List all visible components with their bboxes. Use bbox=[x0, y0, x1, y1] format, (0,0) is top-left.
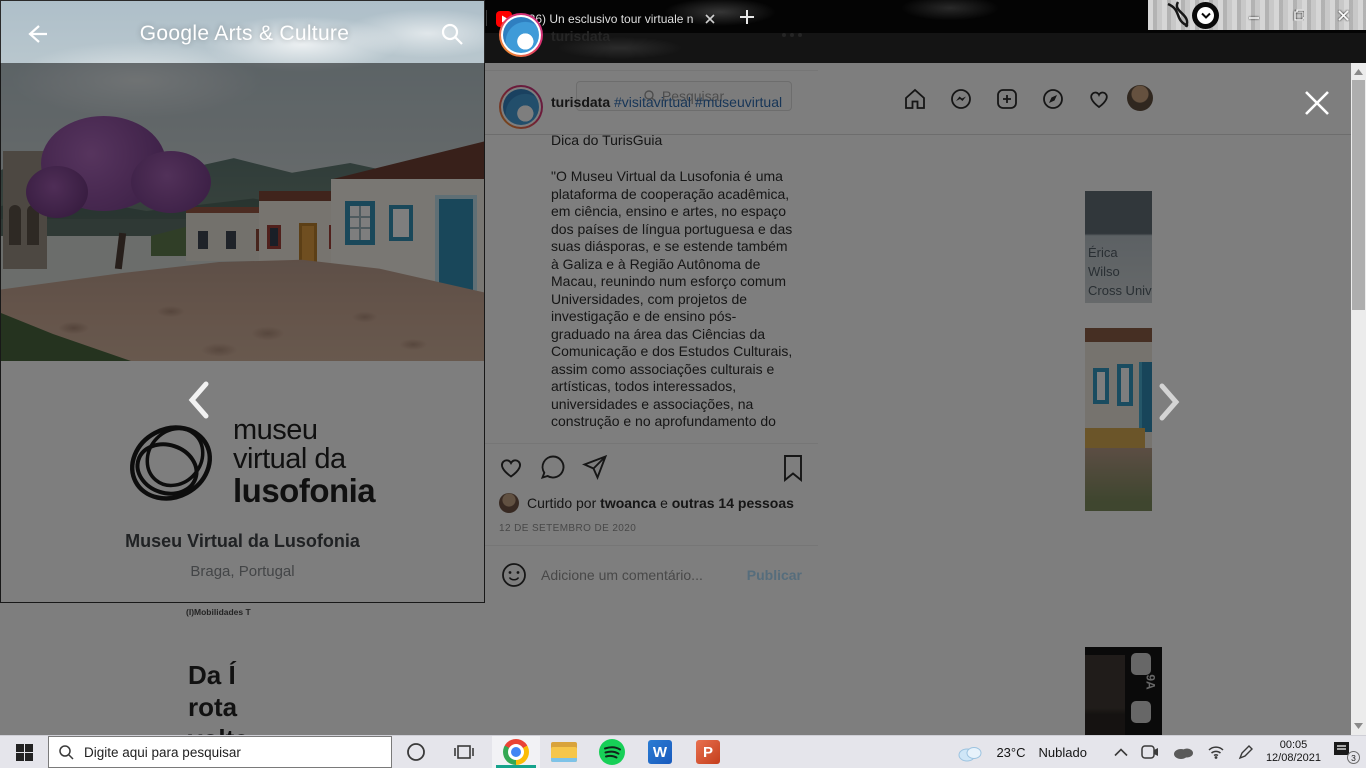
wifi-icon[interactable] bbox=[1207, 745, 1225, 759]
meet-now-icon[interactable] bbox=[1141, 745, 1159, 759]
search-icon bbox=[59, 745, 74, 760]
weather-cloud-icon[interactable] bbox=[957, 742, 983, 762]
window-minimize-button[interactable] bbox=[1232, 0, 1276, 30]
tray-time: 00:05 bbox=[1266, 739, 1321, 752]
windows-taskbar: W P 23°C Nublado 00:05 12/08/2021 3 bbox=[0, 735, 1366, 768]
explorer-icon bbox=[551, 742, 577, 762]
post-header: turisdata bbox=[485, 0, 818, 71]
system-tray: 23°C Nublado 00:05 12/08/2021 3 bbox=[957, 736, 1366, 768]
word-icon: W bbox=[648, 740, 672, 764]
taskbar-search[interactable] bbox=[48, 736, 392, 768]
modal-close-icon[interactable] bbox=[1301, 87, 1333, 119]
post-author-username[interactable]: turisdata bbox=[551, 28, 610, 44]
scrollbar-down-arrow[interactable] bbox=[1351, 717, 1366, 733]
gac-title: Google Arts & Culture bbox=[49, 22, 440, 46]
taskbar-chrome[interactable] bbox=[492, 736, 540, 768]
weather-desc[interactable]: Nublado bbox=[1039, 745, 1087, 760]
gac-header: Google Arts & Culture bbox=[1, 1, 485, 67]
pen-icon[interactable] bbox=[1238, 745, 1253, 760]
screen: Novo TurisGuia — Turisdata-RJ TurisData:… bbox=[0, 0, 1366, 768]
gac-search-icon[interactable] bbox=[440, 22, 464, 46]
taskbar-explorer[interactable] bbox=[540, 736, 588, 768]
scrollbar-thumb[interactable] bbox=[1352, 80, 1365, 310]
next-post-arrow[interactable] bbox=[1156, 382, 1184, 422]
notification-center-icon[interactable]: 3 bbox=[1334, 742, 1358, 762]
media-controls-button[interactable] bbox=[1192, 2, 1219, 29]
post-options-icon[interactable] bbox=[781, 32, 803, 38]
taskbar-powerpoint[interactable]: P bbox=[684, 736, 732, 768]
start-button[interactable] bbox=[0, 736, 48, 768]
taskbar-search-input[interactable] bbox=[82, 744, 381, 761]
tray-date: 12/08/2021 bbox=[1266, 752, 1321, 765]
chrome-icon bbox=[503, 739, 529, 765]
taskbar-spotify[interactable] bbox=[588, 736, 636, 768]
taskbar-word[interactable]: W bbox=[636, 736, 684, 768]
window-maximize-button[interactable] bbox=[1276, 0, 1320, 30]
cortana-button[interactable] bbox=[392, 736, 440, 768]
powerpoint-icon: P bbox=[696, 740, 720, 764]
onedrive-icon[interactable] bbox=[1172, 745, 1194, 759]
window-close-button[interactable] bbox=[1320, 0, 1366, 30]
notification-badge: 3 bbox=[1347, 751, 1360, 764]
back-arrow-icon[interactable] bbox=[23, 23, 49, 45]
weather-temp[interactable]: 23°C bbox=[996, 745, 1025, 760]
previous-post-arrow[interactable] bbox=[184, 380, 212, 420]
task-view-button[interactable] bbox=[440, 736, 488, 768]
tray-chevron-icon[interactable] bbox=[1114, 748, 1128, 757]
tray-clock[interactable]: 00:05 12/08/2021 bbox=[1266, 739, 1321, 765]
post-author-avatar[interactable] bbox=[499, 13, 543, 57]
scrollbar-up-arrow[interactable] bbox=[1351, 65, 1366, 81]
spotify-icon bbox=[599, 739, 625, 765]
